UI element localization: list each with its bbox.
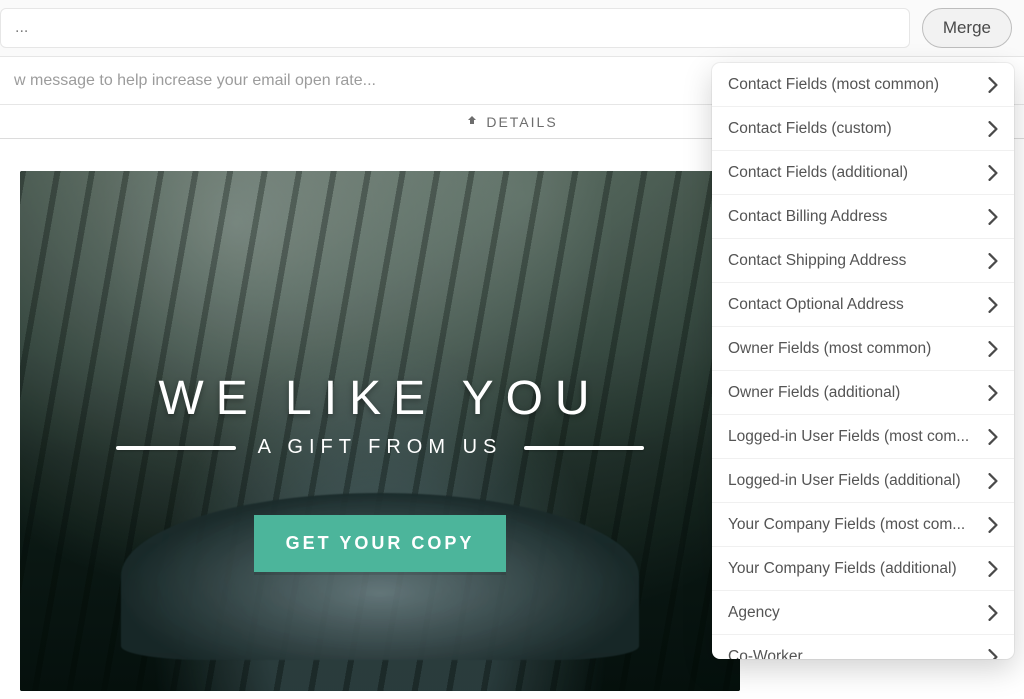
subject-input[interactable]: [0, 8, 910, 48]
preview-placeholder: w message to help increase your email op…: [14, 72, 376, 90]
merge-field-category[interactable]: Contact Fields (additional): [712, 151, 1014, 195]
merge-field-category[interactable]: Contact Fields (custom): [712, 107, 1014, 151]
merge-field-category[interactable]: Your Company Fields (most com...: [712, 503, 1014, 547]
chevron-right-icon: [988, 429, 998, 445]
upload-icon: [466, 114, 478, 129]
cta-button[interactable]: GET YOUR COPY: [254, 515, 507, 572]
merge-field-label: Your Company Fields (most com...: [728, 516, 975, 534]
toolbar: Merge: [0, 0, 1024, 57]
merge-field-category[interactable]: Contact Fields (most common): [712, 63, 1014, 107]
merge-field-category[interactable]: Owner Fields (additional): [712, 371, 1014, 415]
merge-field-label: Agency: [728, 604, 790, 622]
merge-field-category[interactable]: Co-Worker: [712, 635, 1014, 659]
merge-fields-list: Contact Fields (most common) Contact Fiel…: [712, 63, 1014, 659]
merge-field-label: Contact Fields (most common): [728, 76, 949, 94]
details-label: DETAILS: [486, 114, 557, 130]
merge-field-category[interactable]: Contact Billing Address: [712, 195, 1014, 239]
chevron-right-icon: [988, 165, 998, 181]
merge-field-category[interactable]: Agency: [712, 591, 1014, 635]
chevron-right-icon: [988, 253, 998, 269]
chevron-right-icon: [988, 473, 998, 489]
chevron-right-icon: [988, 341, 998, 357]
hero-subtitle-row: A GIFT FROM US: [116, 436, 645, 459]
divider-right: [524, 446, 644, 450]
chevron-right-icon: [988, 385, 998, 401]
merge-field-label: Your Company Fields (additional): [728, 560, 967, 578]
chevron-right-icon: [988, 605, 998, 621]
chevron-right-icon: [988, 77, 998, 93]
merge-field-category[interactable]: Contact Optional Address: [712, 283, 1014, 327]
chevron-right-icon: [988, 209, 998, 225]
divider-left: [116, 446, 236, 450]
merge-button[interactable]: Merge: [922, 8, 1012, 48]
hero-subtitle: A GIFT FROM US: [258, 436, 503, 459]
merge-field-label: Contact Fields (custom): [728, 120, 902, 138]
chevron-right-icon: [988, 517, 998, 533]
merge-field-label: Contact Fields (additional): [728, 164, 918, 182]
page-root: Merge w message to help increase your em…: [0, 0, 1024, 691]
merge-field-label: Contact Optional Address: [728, 296, 914, 314]
merge-fields-panel: Contact Fields (most common) Contact Fiel…: [712, 63, 1014, 659]
hero-block: WE LIKE YOU A GIFT FROM US GET YOUR COPY: [20, 171, 740, 691]
chevron-right-icon: [988, 121, 998, 137]
hero-copy: WE LIKE YOU A GIFT FROM US GET YOUR COPY: [20, 371, 740, 572]
merge-field-label: Owner Fields (most common): [728, 340, 941, 358]
merge-field-category[interactable]: Logged-in User Fields (most com...: [712, 415, 1014, 459]
chevron-right-icon: [988, 297, 998, 313]
merge-field-label: Owner Fields (additional): [728, 384, 910, 402]
merge-field-label: Contact Billing Address: [728, 208, 897, 226]
merge-field-label: Co-Worker: [728, 648, 813, 659]
merge-field-category[interactable]: Owner Fields (most common): [712, 327, 1014, 371]
merge-field-label: Logged-in User Fields (additional): [728, 472, 971, 490]
chevron-right-icon: [988, 561, 998, 577]
merge-field-category[interactable]: Your Company Fields (additional): [712, 547, 1014, 591]
chevron-right-icon: [988, 649, 998, 659]
merge-field-category[interactable]: Contact Shipping Address: [712, 239, 1014, 283]
merge-field-label: Contact Shipping Address: [728, 252, 916, 270]
hero-title: WE LIKE YOU: [158, 371, 601, 426]
merge-field-category[interactable]: Logged-in User Fields (additional): [712, 459, 1014, 503]
merge-field-label: Logged-in User Fields (most com...: [728, 428, 979, 446]
